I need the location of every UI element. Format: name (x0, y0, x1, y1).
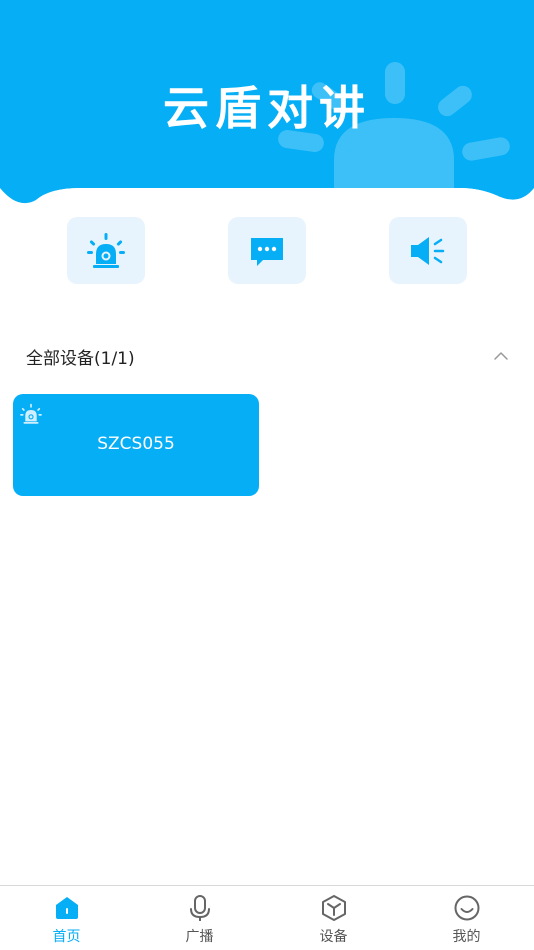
devices-section-header[interactable]: 全部设备(1/1) (0, 338, 534, 374)
smile-icon (454, 895, 479, 921)
alarm-light-icon (87, 232, 125, 268)
alarm-light-icon (20, 403, 42, 424)
microphone-icon (189, 895, 210, 921)
cube-icon (321, 895, 346, 921)
home-icon (55, 897, 78, 919)
message-icon (251, 237, 283, 266)
bottom-tab-bar: 首页 广播 设备 我的 (0, 885, 534, 950)
alarm-button[interactable] (67, 217, 145, 284)
message-button[interactable] (228, 217, 306, 284)
tab-devices[interactable]: 设备 (267, 886, 400, 950)
app-title: 云盾对讲 (163, 81, 371, 135)
tab-label: 我的 (452, 929, 481, 945)
tab-mine[interactable]: 我的 (400, 886, 533, 950)
tab-home[interactable]: 首页 (0, 886, 133, 950)
chevron-up-icon[interactable] (492, 347, 510, 365)
tab-broadcast[interactable]: 广播 (133, 886, 266, 950)
device-name: SZCS055 (97, 434, 175, 454)
tab-label: 广播 (185, 929, 214, 945)
tab-label: 设备 (319, 929, 348, 945)
speaker-button[interactable] (389, 217, 467, 284)
device-card[interactable]: SZCS055 (13, 394, 259, 496)
header-banner: 云盾对讲 (0, 0, 534, 210)
tab-label: 首页 (52, 929, 81, 945)
speaker-icon (411, 236, 445, 265)
section-title: 全部设备(1/1) (26, 349, 135, 369)
